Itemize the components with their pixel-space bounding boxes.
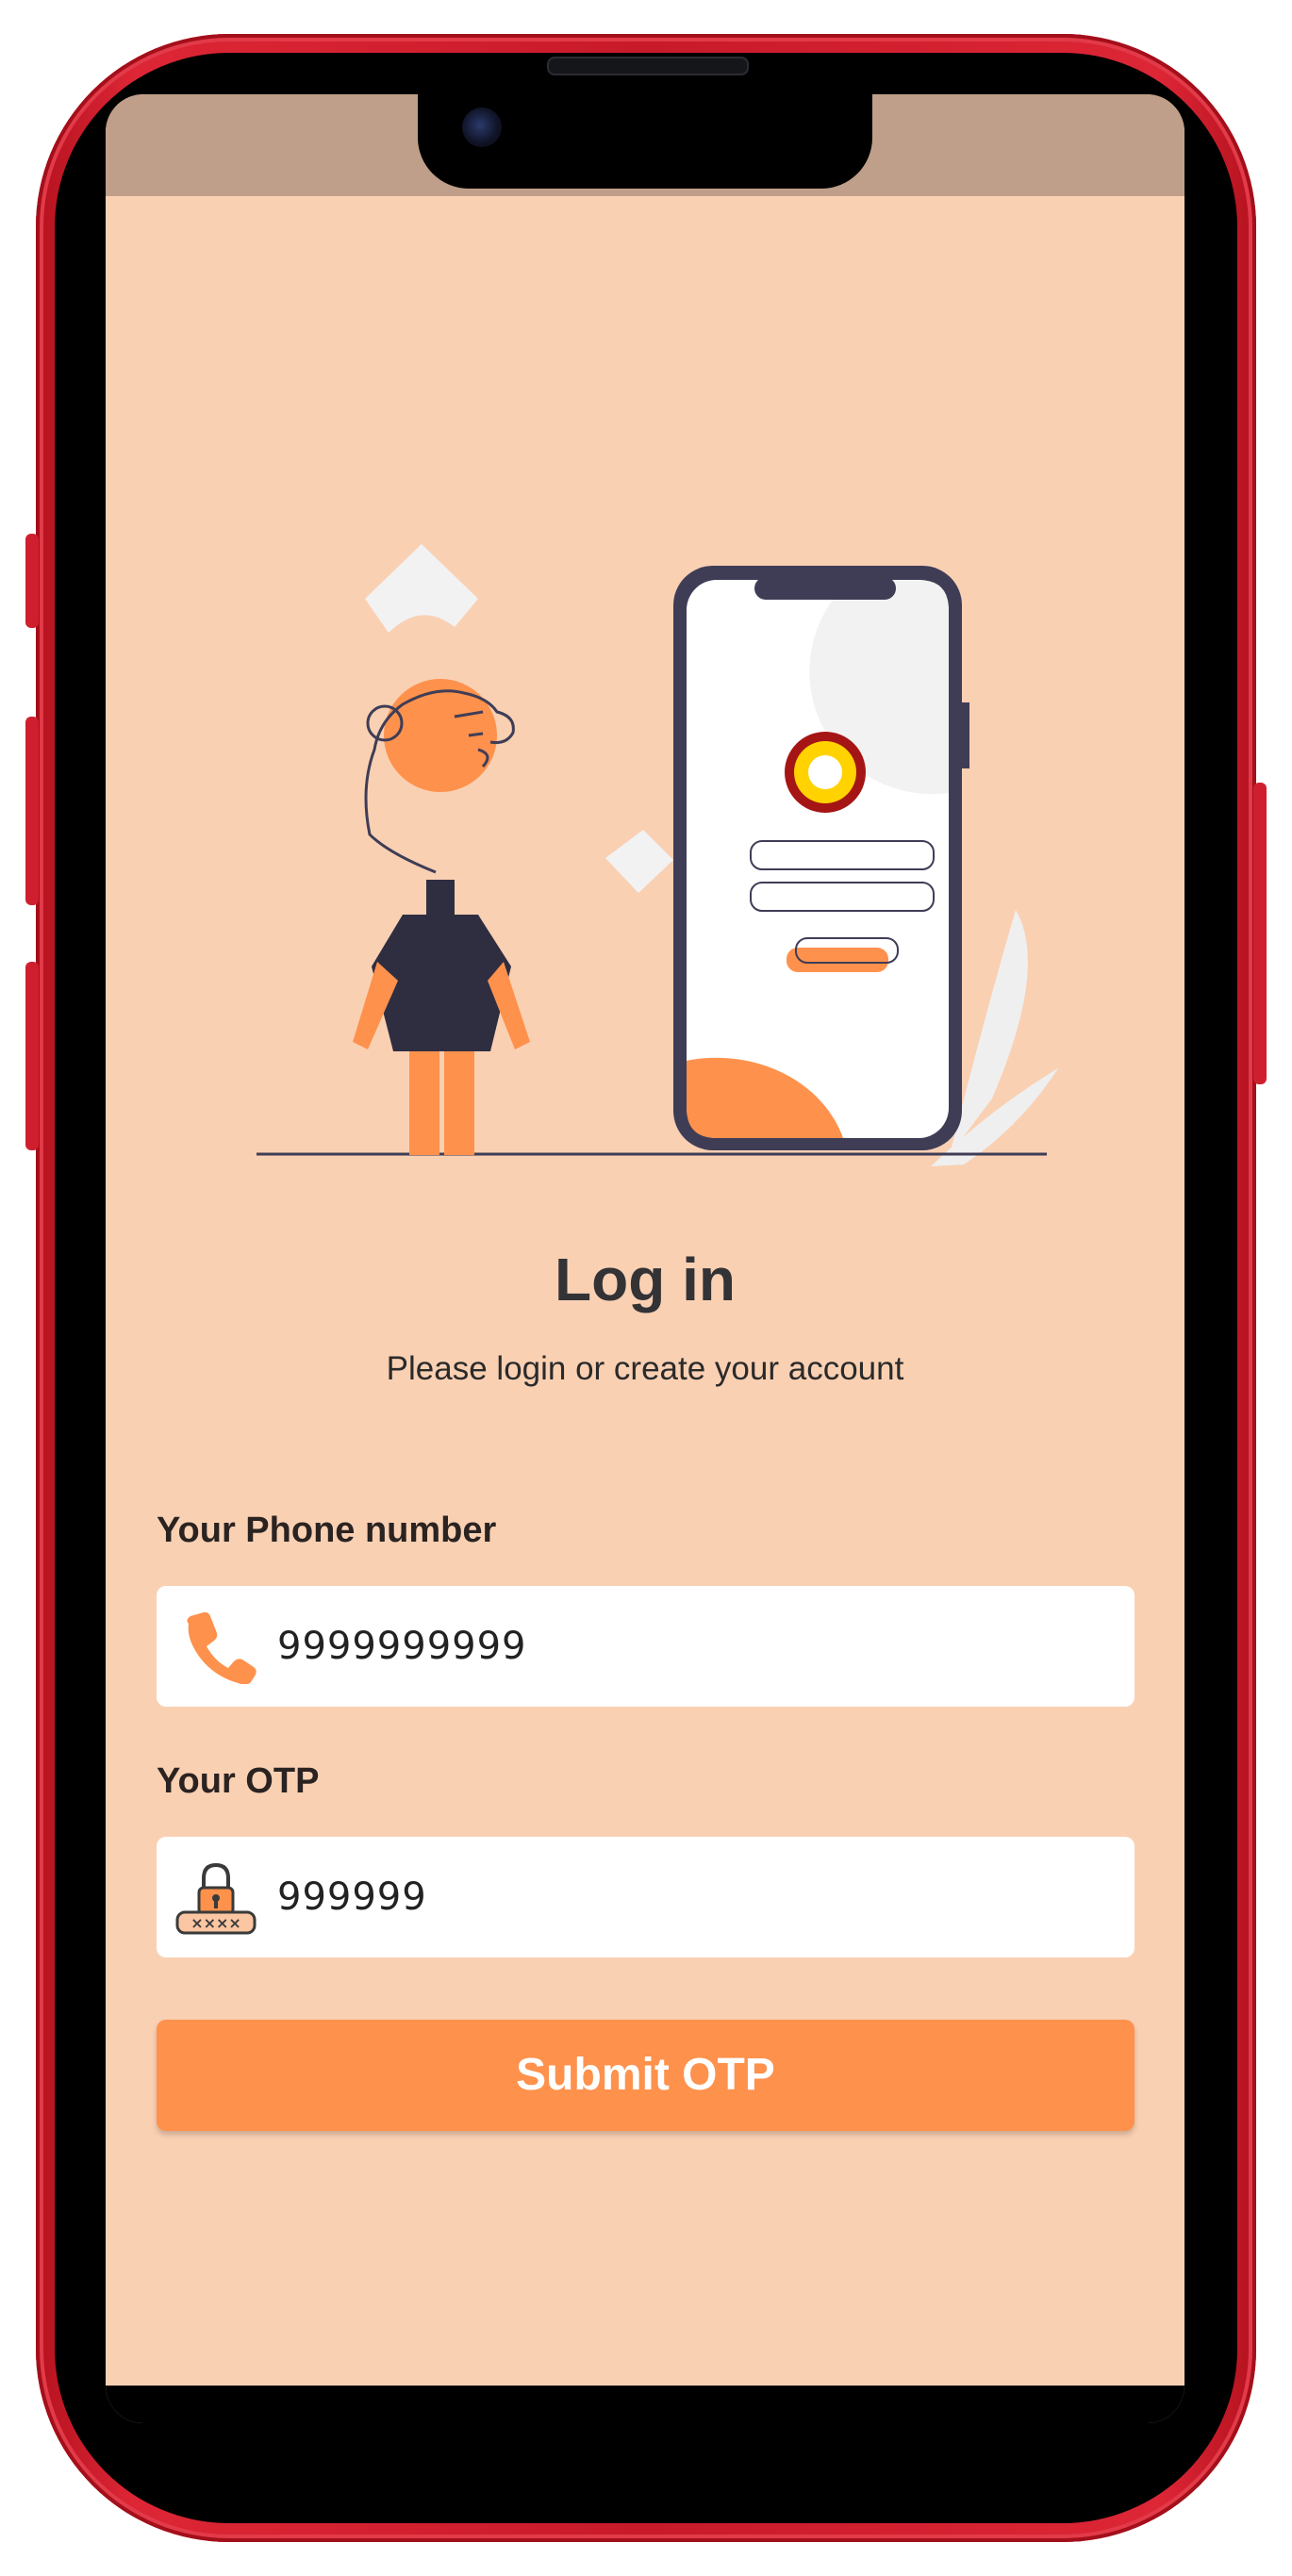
front-camera	[462, 107, 502, 147]
app-screen: Log in Please login or create your accou…	[106, 94, 1184, 2423]
otp-value: 999999	[277, 1875, 427, 1919]
phone-value: 9999999999	[277, 1625, 527, 1668]
otp-lock-icon: ××××	[175, 1862, 257, 1935]
power-button	[1253, 783, 1267, 1084]
volume-up-button	[25, 717, 39, 905]
mobile-login-illustration	[257, 544, 1058, 1166]
svg-text:××××: ××××	[190, 1914, 241, 1932]
submit-otp-button[interactable]: Submit OTP	[157, 2020, 1135, 2131]
page-title: Log in	[555, 1246, 736, 1313]
phone-label: Your Phone number	[157, 1511, 497, 1550]
bottom-bezel-edge	[106, 2386, 1184, 2423]
decor-shape	[605, 830, 673, 893]
otp-label: Your OTP	[157, 1761, 320, 1801]
phone-illustration	[673, 566, 969, 1150]
person-figure	[353, 679, 530, 1155]
mute-switch	[25, 534, 39, 628]
volume-down-button	[25, 962, 39, 1150]
otp-input[interactable]: ×××× 999999	[157, 1837, 1135, 1957]
page-subtitle: Please login or create your account	[386, 1350, 904, 1387]
phone-icon	[187, 1611, 257, 1684]
phone-input[interactable]: 9999999999	[157, 1586, 1135, 1707]
speaker-grille	[547, 57, 749, 75]
decor-shape	[365, 544, 478, 633]
